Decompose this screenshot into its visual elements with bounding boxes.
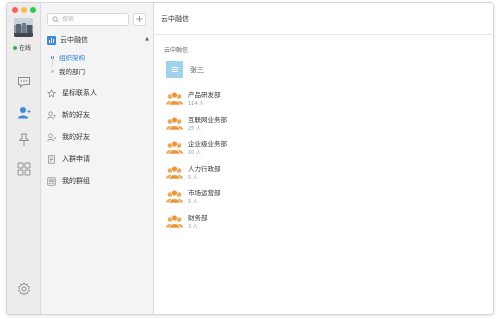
- org-chart-icon: [47, 35, 56, 45]
- person-name: 张三: [190, 65, 204, 74]
- department-member-count: 5 人: [188, 174, 198, 181]
- tree-item-label: 我的好友: [62, 133, 90, 141]
- department-name: 产品研发部: [188, 91, 221, 100]
- department-icon: [166, 165, 183, 179]
- add-button[interactable]: +: [133, 13, 146, 26]
- tree-item-new-friends[interactable]: 新的好友: [47, 109, 90, 121]
- department-icon: [166, 116, 183, 130]
- pin-icon[interactable]: [15, 131, 33, 149]
- department-text: 企业级业务部 10 人: [188, 138, 227, 156]
- contacts-tree-panel: + 云中融信 ▲ 组织架构 我的部门 星标联系人 新的好友 我的好友: [41, 3, 154, 314]
- contacts-icon[interactable]: [15, 103, 33, 121]
- department-row[interactable]: 人力行政部 5 人: [166, 160, 227, 185]
- department-member-count: 5 人: [188, 199, 198, 206]
- online-status-label: 在线: [19, 45, 32, 52]
- user-avatar[interactable]: [14, 18, 33, 37]
- department-row[interactable]: 互联网业务部 25 人: [166, 111, 227, 136]
- page-title: 云中融信: [161, 14, 189, 23]
- person-avatar-icon: [166, 61, 183, 78]
- org-section-label: 云中融信: [164, 47, 189, 54]
- nav-rail: 在线: [7, 3, 41, 314]
- zoom-window-button[interactable]: [30, 7, 36, 13]
- department-text: 市场运营部 5 人: [188, 187, 221, 205]
- document-icon: [47, 154, 56, 164]
- collapse-arrow-icon[interactable]: ▲: [145, 36, 149, 42]
- tree-item-org-structure[interactable]: 组织架构: [51, 52, 85, 62]
- department-member-count: 114 人: [188, 101, 205, 108]
- org-name: 云中融信: [60, 36, 88, 44]
- inactive-dot: [51, 69, 54, 73]
- tree-item-starred-contacts[interactable]: 星标联系人: [47, 87, 97, 99]
- department-name: 互联网业务部: [188, 115, 227, 124]
- department-icon: [166, 141, 183, 155]
- department-name: 企业级业务部: [188, 140, 227, 149]
- search-icon: [52, 16, 59, 23]
- tree-item-label: 新的好友: [62, 111, 90, 119]
- department-text: 产品研发部 114 人: [188, 89, 221, 107]
- tree-item-my-department[interactable]: 我的部门: [51, 66, 85, 76]
- department-name: 财务部: [188, 213, 208, 222]
- tree-item-label: 星标联系人: [62, 89, 97, 97]
- department-row[interactable]: 财务部 3 人: [166, 209, 227, 234]
- window-controls: [12, 7, 36, 13]
- star-icon: [47, 88, 56, 97]
- tree-item-my-groups[interactable]: 我的群组: [47, 175, 90, 187]
- department-member-count: 3 人: [188, 223, 198, 230]
- department-row[interactable]: 产品研发部 114 人: [166, 86, 227, 111]
- department-row[interactable]: 企业级业务部 10 人: [166, 135, 227, 160]
- department-name: 市场运营部: [188, 189, 221, 198]
- department-row[interactable]: 市场运营部 5 人: [166, 184, 227, 209]
- department-member-count: 10 人: [188, 150, 201, 157]
- tree-item-my-friends[interactable]: 我的好友: [47, 131, 90, 143]
- search-input[interactable]: [62, 16, 126, 23]
- tree-item-group-requests[interactable]: 入群申请: [47, 153, 90, 165]
- tree-item-label: 组织架构: [59, 54, 85, 62]
- department-list: 产品研发部 114 人 互联网业务部 25 人 企业级业务部 10 人 人力行政…: [166, 86, 227, 233]
- close-window-button[interactable]: [12, 7, 18, 13]
- department-icon: [166, 190, 183, 204]
- minimize-window-button[interactable]: [21, 7, 27, 13]
- department-member-count: 25 人: [188, 125, 201, 132]
- apps-icon[interactable]: [15, 160, 33, 178]
- department-name: 人力行政部: [188, 164, 221, 173]
- tree-item-label: 我的部门: [59, 68, 85, 76]
- app-window: 在线 + 云中融信 ▲ 组织架构: [6, 2, 494, 315]
- settings-icon[interactable]: [15, 280, 33, 298]
- friends-icon: [47, 133, 56, 141]
- content-header: 云中融信: [154, 3, 493, 35]
- department-text: 财务部 3 人: [188, 212, 208, 230]
- content-pane: 云中融信 云中融信 张三 产品研发部 114 人 互联网业务部 25 人 企业级…: [154, 3, 493, 314]
- online-dot: [13, 45, 17, 50]
- department-text: 人力行政部 5 人: [188, 163, 221, 181]
- person-row[interactable]: 张三: [166, 61, 204, 78]
- tree-item-label: 我的群组: [62, 177, 90, 185]
- online-status: 在线: [13, 43, 31, 52]
- add-friend-icon: [47, 111, 56, 119]
- tree-connector: [52, 56, 53, 66]
- chat-icon[interactable]: [15, 73, 33, 91]
- department-icon: [166, 92, 183, 106]
- search-box[interactable]: [47, 13, 129, 26]
- tree-item-label: 入群申请: [62, 155, 90, 163]
- group-icon: [47, 176, 56, 186]
- org-node[interactable]: 云中融信 ▲: [47, 34, 149, 46]
- department-icon: [166, 214, 183, 228]
- department-text: 互联网业务部 25 人: [188, 114, 227, 132]
